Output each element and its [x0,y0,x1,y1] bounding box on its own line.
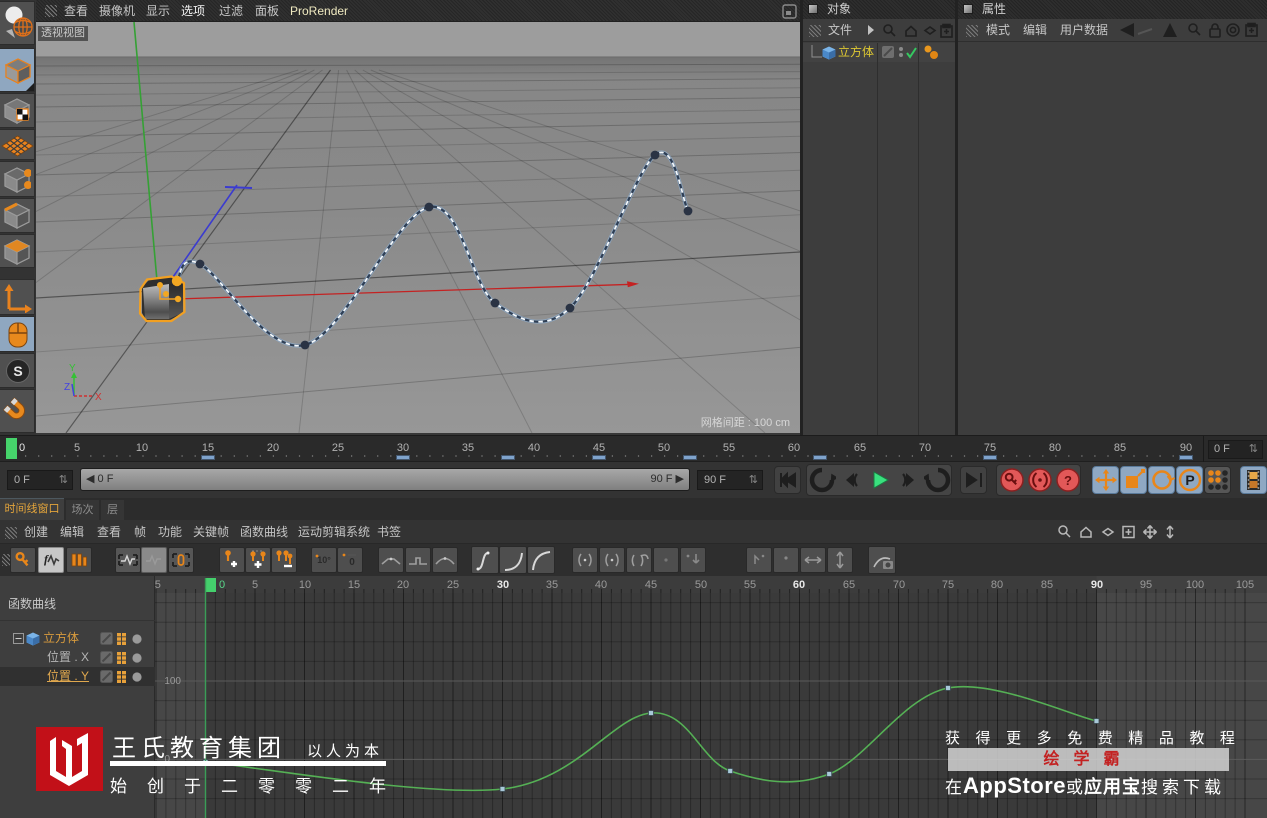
svg-text:35: 35 [546,579,558,591]
svg-text:60: 60 [793,579,805,591]
svg-text:S: S [13,363,22,379]
svg-text:30: 30 [497,579,509,591]
svg-text:?: ? [1064,473,1072,488]
svg-text:15: 15 [348,579,360,591]
svg-text:20: 20 [397,579,409,591]
svg-text:Z: Z [64,382,70,393]
svg-text:70: 70 [893,579,905,591]
svg-text:100: 100 [164,676,181,687]
svg-text:90: 90 [1091,579,1103,591]
svg-text:-5: -5 [155,579,161,591]
svg-text:0: 0 [349,557,355,568]
svg-text:10: 10 [299,579,311,591]
svg-text:0: 0 [219,579,225,591]
svg-text:80: 80 [991,579,1003,591]
svg-text:10°: 10° [317,555,331,565]
svg-text:75: 75 [942,579,954,591]
svg-text:f: f [44,552,49,566]
svg-text:100: 100 [1186,579,1204,591]
svg-text:45: 45 [645,579,657,591]
svg-text:网格间距 : 100 cm: 网格间距 : 100 cm [701,415,790,429]
svg-text:50: 50 [695,579,707,591]
svg-text:85: 85 [1041,579,1053,591]
svg-text:Y: Y [69,363,76,374]
svg-text:105: 105 [1236,579,1254,591]
svg-text:65: 65 [843,579,855,591]
svg-text:55: 55 [744,579,756,591]
svg-text:P: P [1185,472,1194,488]
svg-text:X: X [95,392,102,403]
svg-text:95: 95 [1140,579,1152,591]
svg-text:25: 25 [447,579,459,591]
svg-text:40: 40 [595,579,607,591]
svg-text:5: 5 [252,579,258,591]
